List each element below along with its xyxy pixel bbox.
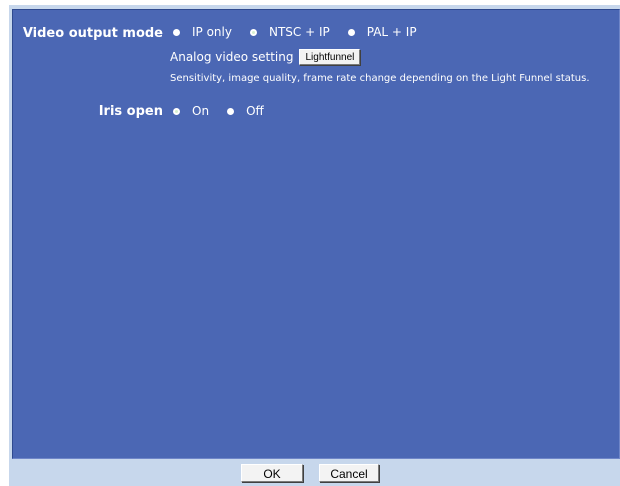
video-output-mode-radios: IP only NTSC + IP PAL + IP [173, 25, 435, 39]
lightfunnel-note: Sensitivity, image quality, frame rate c… [170, 73, 590, 84]
radio-iris-off-dot[interactable] [227, 107, 235, 115]
video-output-mode-label: Video output mode [22, 26, 163, 41]
radio-ip-only-dot[interactable] [173, 28, 180, 36]
radio-iris-on-dot[interactable] [173, 107, 180, 115]
iris-open-label: Iris open [98, 104, 163, 119]
ok-button[interactable]: OK [241, 463, 303, 482]
footer-button-bar: OK Cancel [0, 459, 620, 486]
radio-ip-only[interactable]: IP only [173, 25, 232, 39]
radio-ntsc-ip-label: NTSC + IP [268, 25, 330, 39]
analog-video-setting-label: Analog video setting [170, 50, 294, 64]
radio-ip-only-label: IP only [192, 25, 232, 39]
radio-ntsc-ip[interactable]: NTSC + IP [249, 25, 330, 39]
radio-pal-ip-label: PAL + IP [366, 25, 417, 39]
radio-pal-ip-dot[interactable] [347, 28, 355, 36]
settings-panel: Video output mode IP only NTSC + IP PAL … [12, 9, 620, 459]
radio-pal-ip[interactable]: PAL + IP [347, 25, 417, 39]
radio-ntsc-ip-dot[interactable] [249, 28, 257, 36]
radio-iris-on-label: On [192, 104, 210, 118]
cancel-button[interactable]: Cancel [319, 463, 379, 482]
lightfunnel-button[interactable]: Lightfunnel [299, 49, 361, 65]
radio-iris-off[interactable]: Off [227, 104, 264, 118]
analog-video-setting-row: Analog video setting Lightfunnel [170, 49, 361, 65]
radio-iris-on[interactable]: On [173, 104, 209, 118]
iris-open-radios: On Off [173, 104, 282, 118]
radio-iris-off-label: Off [246, 104, 264, 118]
